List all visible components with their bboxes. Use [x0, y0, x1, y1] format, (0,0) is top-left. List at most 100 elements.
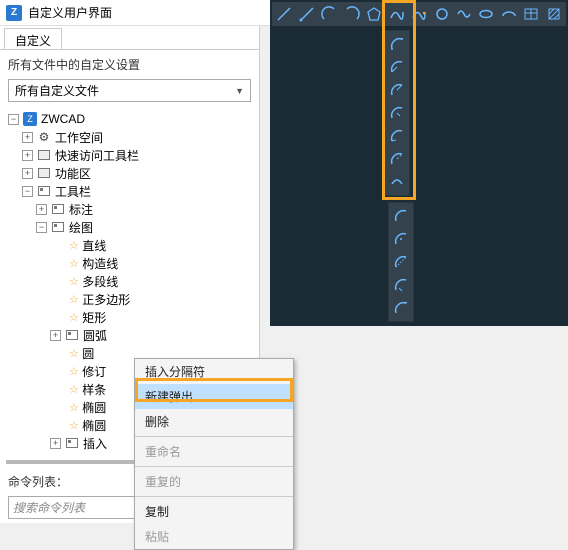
tabbar: 自定义 [0, 26, 259, 50]
arc-cw-icon[interactable] [341, 3, 361, 25]
tree-leaf-polygon[interactable]: ☆ 正多边形 [4, 290, 255, 308]
tree-leaf-xline[interactable]: ☆ 构造线 [4, 254, 255, 272]
tree-node-draw[interactable]: − 绘图 [4, 218, 255, 236]
toolbar-icon [37, 184, 51, 198]
collapse-icon[interactable]: − [22, 186, 33, 197]
arc-sea-icon[interactable] [385, 102, 409, 124]
ctx-insert-separator[interactable]: 插入分隔符 [135, 359, 293, 384]
preview-canvas [270, 0, 568, 326]
tree-label: 多段线 [82, 273, 118, 290]
hatch-icon[interactable] [544, 3, 564, 25]
arc-ser-icon[interactable] [385, 148, 409, 170]
expand-icon[interactable]: + [22, 168, 33, 179]
line-icon[interactable] [274, 3, 294, 25]
arc-cse-icon[interactable] [389, 205, 413, 227]
star-icon: ☆ [69, 311, 79, 324]
arc-sce-icon[interactable] [385, 56, 409, 78]
context-menu: 插入分隔符 新建弹出 删除 重命名 重复的 复制 粘贴 [134, 358, 294, 550]
arc-sed-icon[interactable] [385, 125, 409, 147]
polygon-icon[interactable] [364, 3, 384, 25]
tree-label: 标注 [69, 201, 93, 218]
tree-label: 椭圆 [82, 417, 106, 434]
tree-label: 工作空间 [55, 129, 103, 146]
arc-b5-icon[interactable] [389, 297, 413, 319]
star-icon: ☆ [69, 293, 79, 306]
tree-node-workspace[interactable]: + ⚙ 工作空间 [4, 128, 255, 146]
chevron-down-icon: ▼ [235, 86, 244, 96]
preview-top-toolbar[interactable] [272, 2, 566, 26]
tree-node-root[interactable]: − Z ZWCAD [4, 110, 255, 128]
tree-label: 圆 [82, 345, 94, 362]
ellipse-arc-icon[interactable] [499, 3, 519, 25]
star-icon: ☆ [69, 239, 79, 252]
ray-icon[interactable] [296, 3, 316, 25]
star-icon: ☆ [69, 347, 79, 360]
tree-label: 修订 [82, 363, 106, 380]
tree-node-arc[interactable]: + 圆弧 [4, 326, 255, 344]
table-icon[interactable] [521, 3, 541, 25]
circle-icon[interactable] [431, 3, 451, 25]
ctx-rename: 重命名 [135, 439, 293, 464]
tab-customize[interactable]: 自定义 [4, 28, 62, 49]
collapse-icon[interactable]: − [36, 222, 47, 233]
spline2-icon[interactable] [409, 3, 429, 25]
tree-label: 快速访问工具栏 [55, 147, 139, 164]
gear-icon: ⚙ [37, 130, 51, 144]
arc-csa-icon[interactable] [389, 228, 413, 250]
tree-label: 椭圆 [82, 399, 106, 416]
cui-file-dropdown[interactable]: 所有自定义文件 ▼ [8, 79, 251, 102]
tree-label: 构造线 [82, 255, 118, 272]
vertical-toolbar-b[interactable] [388, 202, 414, 322]
tree-label: 功能区 [55, 165, 91, 182]
window-title: 自定义用户界面 [28, 4, 112, 21]
arc-csl-icon[interactable] [389, 251, 413, 273]
toolbar-icon [65, 436, 79, 450]
arc-ccw-icon[interactable] [319, 3, 339, 25]
toolbar-icon [65, 328, 79, 342]
expand-icon[interactable]: + [22, 150, 33, 161]
star-icon: ☆ [69, 257, 79, 270]
star-icon: ☆ [69, 401, 79, 414]
collapse-icon[interactable]: − [8, 114, 19, 125]
arc-b4-icon[interactable] [389, 274, 413, 296]
arc-3point-icon[interactable] [385, 33, 409, 55]
ctx-separator [135, 436, 293, 437]
spline1-icon[interactable] [386, 3, 406, 25]
star-icon: ☆ [69, 419, 79, 432]
tree-leaf-line[interactable]: ☆ 直线 [4, 236, 255, 254]
expand-icon[interactable]: + [50, 330, 61, 341]
toolbar-icon [37, 166, 51, 180]
wave-icon[interactable] [454, 3, 474, 25]
star-icon: ☆ [69, 275, 79, 288]
tree-leaf-rect[interactable]: ☆ 矩形 [4, 308, 255, 326]
expand-icon[interactable]: + [36, 204, 47, 215]
expand-icon[interactable]: + [50, 438, 61, 449]
section-label: 所有文件中的自定义设置 [0, 50, 259, 79]
tree-label: 圆弧 [83, 327, 107, 344]
ctx-new-flyout[interactable]: 新建弹出 [135, 384, 293, 409]
arc-continue-icon[interactable] [385, 171, 409, 193]
tree-node-ribbon[interactable]: + 功能区 [4, 164, 255, 182]
ctx-duplicate: 重复的 [135, 469, 293, 494]
arc-sca-icon[interactable] [385, 79, 409, 101]
tree-label: 矩形 [82, 309, 106, 326]
tree-label: ZWCAD [41, 112, 85, 126]
tree-label: 样条 [82, 381, 106, 398]
ctx-delete[interactable]: 删除 [135, 409, 293, 434]
tree-node-toolbar[interactable]: − 工具栏 [4, 182, 255, 200]
toolbar-icon [37, 148, 51, 162]
tree-node-quickaccess[interactable]: + 快速访问工具栏 [4, 146, 255, 164]
vertical-toolbar-a[interactable] [384, 30, 410, 196]
toolbar-icon [51, 220, 65, 234]
ctx-separator [135, 496, 293, 497]
tree-leaf-pline[interactable]: ☆ 多段线 [4, 272, 255, 290]
tree-node-annotate[interactable]: + 标注 [4, 200, 255, 218]
expand-icon[interactable]: + [22, 132, 33, 143]
ellipse-icon[interactable] [476, 3, 496, 25]
toolbar-icon [51, 202, 65, 216]
ctx-copy[interactable]: 复制 [135, 499, 293, 524]
star-icon: ☆ [69, 383, 79, 396]
app-icon: Z [6, 5, 22, 21]
app-node-icon: Z [23, 112, 37, 126]
tree-label: 直线 [82, 237, 106, 254]
